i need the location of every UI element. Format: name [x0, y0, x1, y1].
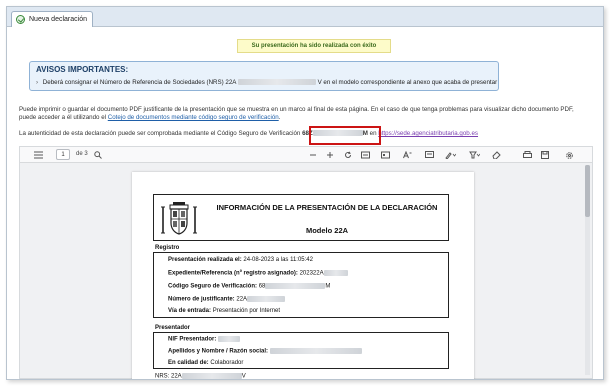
browser-window: Nueva declaración Su presentación ha sid… [6, 6, 604, 380]
registro-label: Registro [155, 245, 180, 251]
registro-row-label: Código Seguro de Verificación: [168, 283, 258, 290]
avisos-line-suffix: V en el modelo correspondiente al anexo … [317, 79, 498, 86]
registro-row: Número de justificante: 22A [168, 296, 286, 303]
tab-nueva-declaracion[interactable]: Nueva declaración [11, 11, 93, 27]
save-icon[interactable] [541, 149, 549, 161]
presentador-row: En calidad de: Colaborador [168, 360, 243, 366]
registro-row-value: 202322A [299, 270, 324, 277]
toast-message: Su presentación ha sido realizada con éx… [251, 43, 377, 49]
avisos-title: AVISOS IMPORTANTES: [36, 65, 129, 74]
info-p1-line1: Puede imprimir o guardar el documento PD… [19, 106, 574, 113]
success-toast: Su presentación ha sido realizada con éx… [237, 39, 391, 53]
bullet-arrow-icon: › [36, 79, 39, 86]
registro-row-value: Presentación por Internet [212, 308, 281, 314]
presentador-row-label: Apellidos y Nombre / Razón social: [168, 348, 269, 355]
registro-row-value: 22A [236, 296, 248, 303]
info-p2-prefix: La autenticidad de esta declaración pued… [19, 130, 303, 137]
presentador-row: Apellidos y Nombre / Razón social: [168, 348, 362, 355]
nrs-prefix: NRS: 22A [155, 373, 182, 380]
page-count: de 3 [76, 151, 88, 157]
registro-row-label: Vía de entrada: [168, 308, 212, 314]
page-number-input[interactable]: 1 [56, 149, 70, 160]
redacted-value [265, 283, 326, 289]
nrs-line: NRS: 22A V [155, 373, 246, 380]
redacted-value [323, 270, 348, 276]
avisos-line-prefix: Deberá consignar el Número de Referencia… [42, 79, 237, 86]
pdf-viewer: 1 de 3 INFORMACIÓN DE LA PRESENTACIÓN DE… [19, 146, 593, 379]
fit-width-icon[interactable] [361, 149, 370, 161]
registro-box: Presentación realizada el: 24-08-2023 a … [153, 252, 449, 318]
info-p1-line2: puede acceder a él utilizando el Cotejo … [19, 114, 599, 122]
sede-link[interactable]: https://sede.agenciatributaria.gob.es [378, 130, 478, 137]
pdf-page: INFORMACIÓN DE LA PRESENTACIÓN DE LA DEC… [132, 172, 474, 380]
tab-bar: Nueva declaración [7, 7, 603, 27]
presentador-row-label: En calidad de: [168, 360, 209, 366]
viewer-scrollbar-thumb[interactable] [585, 165, 590, 217]
registro-row-value: 68 [258, 283, 266, 290]
presentador-row-label: NIF Presentador: [168, 336, 217, 343]
check-circle-icon [16, 15, 25, 24]
cotejo-link[interactable]: Cotejo de documentos mediante código seg… [108, 114, 279, 121]
registro-row: Presentación realizada el: 24-08-2023 a … [168, 257, 313, 263]
coat-of-arms-icon [161, 202, 197, 235]
info-p1-suffix: . [278, 114, 281, 121]
pdf-toolbar: 1 de 3 [20, 147, 592, 163]
csv-highlight-box [309, 126, 381, 145]
registro-row: Código Seguro de Verificación: 68 M [168, 283, 330, 290]
registro-row-value-end: M [325, 283, 331, 290]
settings-icon[interactable] [565, 149, 574, 161]
nrs-suffix: V [241, 373, 246, 380]
pdf-title: INFORMACIÓN DE LA PRESENTACIÓN DE LA DEC… [216, 203, 438, 212]
zoom-out-icon[interactable] [309, 149, 317, 161]
avisos-panel: AVISOS IMPORTANTES: › Deberá consignar e… [29, 61, 499, 91]
comment-icon[interactable] [425, 149, 434, 161]
registro-row: Expediente/Referencia (nº registro asign… [168, 270, 348, 277]
registro-row-label: Expediente/Referencia (nº registro asign… [168, 270, 298, 277]
presentador-label: Presentador [155, 325, 191, 331]
registro-row-label: Presentación realizada el: [168, 257, 242, 263]
presentador-row-value: Colaborador [210, 360, 244, 366]
redacted-nrs [181, 373, 242, 379]
tab-label: Nueva declaración [29, 16, 87, 23]
page-number: 1 [61, 151, 65, 158]
highlight-icon[interactable] [469, 149, 480, 161]
registro-row: Vía de entrada: Presentación por Interne… [168, 308, 280, 314]
presentador-row: NIF Presentador: [168, 336, 241, 343]
redacted-value [269, 348, 362, 354]
search-icon[interactable] [94, 149, 102, 161]
print-icon[interactable] [523, 149, 532, 161]
pdf-model: Modelo 22A [305, 226, 349, 235]
redacted-nrs [237, 79, 316, 86]
redacted-value [218, 336, 241, 342]
registro-row-value: 24-08-2023 a las 11:05:42 [243, 257, 313, 263]
info-p1-prefix: puede acceder a él utilizando el [19, 114, 108, 121]
text-size-icon[interactable] [403, 149, 412, 161]
sidebar-toggle-icon[interactable] [34, 149, 43, 161]
page-view-icon[interactable] [381, 149, 390, 161]
draw-icon[interactable] [445, 149, 456, 161]
avisos-line: › Deberá consignar el Número de Referenc… [36, 79, 497, 86]
zoom-in-icon[interactable] [326, 149, 334, 161]
registro-row-label: Número de justificante: [168, 296, 235, 303]
info-paragraph-1: Puede imprimir o guardar el documento PD… [19, 106, 599, 122]
eraser-icon[interactable] [492, 149, 501, 161]
redacted-value [247, 296, 286, 302]
presentador-box: NIF Presentador: Apellidos y Nombre / Ra… [153, 332, 449, 369]
rotate-icon[interactable] [344, 149, 352, 161]
pdf-header-box: INFORMACIÓN DE LA PRESENTACIÓN DE LA DEC… [153, 194, 449, 241]
